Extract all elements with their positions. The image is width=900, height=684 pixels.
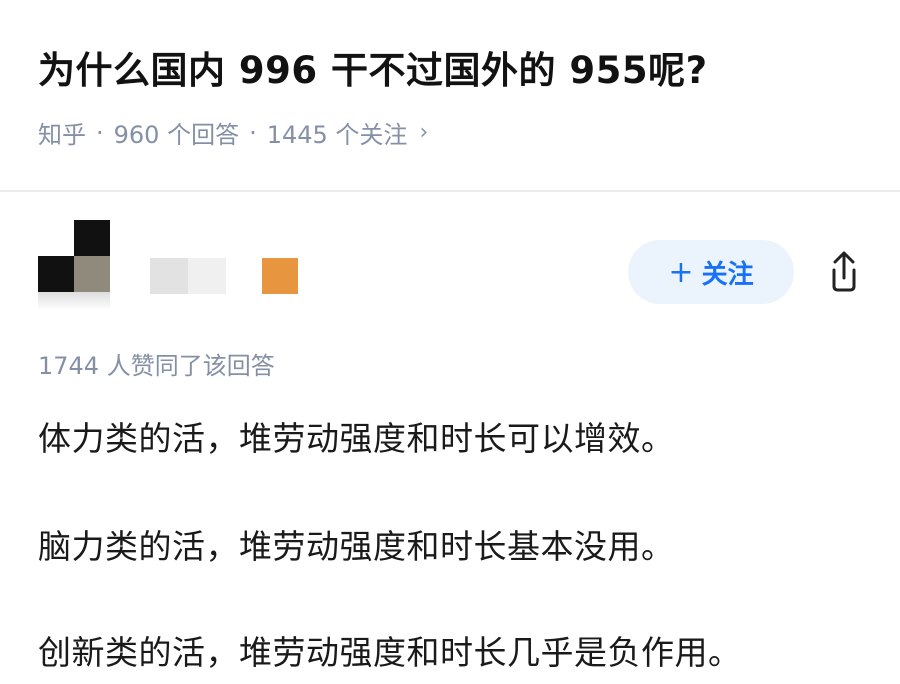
answer-paragraph: 体力类的活，堆劳动强度和时长可以增效。 [38,419,675,458]
site-name: 知乎 [38,121,86,149]
follower-count: 1445 个关注 [266,121,408,149]
chevron-right-icon: › [419,120,429,145]
avatar-pixel [74,220,110,256]
separator: · [96,118,104,147]
share-icon[interactable] [820,248,868,296]
answer-paragraph: 脑力类的活，堆劳动强度和时长基本没用。 [38,527,675,566]
divider [0,190,900,192]
separator: · [249,118,257,147]
answer-paragraph: 创新类的活，堆劳动强度和时长几乎是负作用。 [38,633,742,672]
avatar-pixel [74,256,110,292]
follow-label: 关注 [701,259,754,290]
upvote-count: 1744 人赞同了该回答 [38,352,275,380]
follow-button[interactable]: + 关注 [628,240,794,304]
avatar-pixel [38,256,74,292]
author-badge [262,258,298,294]
answer-count: 960 个回答 [113,121,240,149]
question-title[interactable]: 为什么国内 996 干不过国外的 955呢? [38,40,708,94]
plus-icon: + [668,254,694,290]
author-name-redacted[interactable] [150,258,226,294]
question-meta[interactable]: 知乎 · 960 个回答 · 1445 个关注 › [38,115,428,150]
avatar[interactable] [38,220,110,312]
avatar-pixel [38,292,110,310]
